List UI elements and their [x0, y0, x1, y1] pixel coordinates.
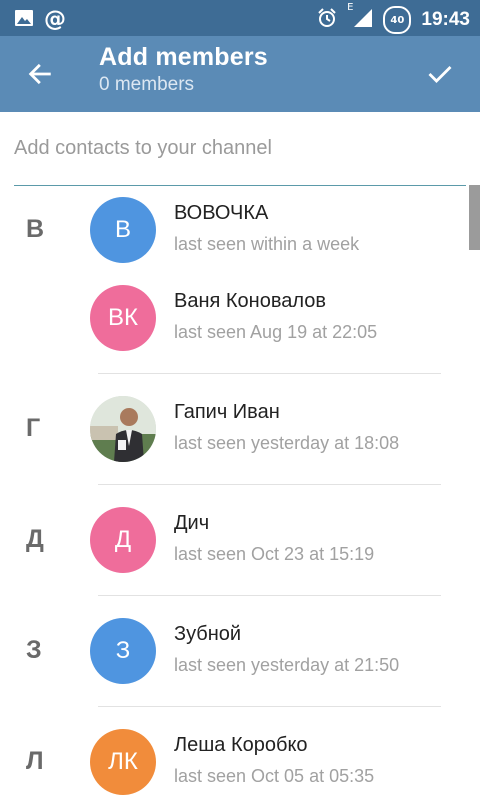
- title-block: Add members 0 members: [99, 43, 268, 96]
- at-sign-icon: @: [44, 7, 66, 32]
- members-count: 0 members: [99, 74, 195, 95]
- last-seen-status: last seen within a week: [174, 234, 360, 254]
- network-type-label: E: [347, 2, 354, 13]
- avatar: ВК: [90, 285, 156, 351]
- contact-row[interactable]: В В ВОВОЧКА last seen within a week: [0, 185, 480, 285]
- search-field-container: [14, 118, 466, 186]
- avatar-photo: [90, 396, 156, 462]
- avatar: З: [90, 618, 156, 684]
- app-bar: Add members 0 members: [0, 36, 480, 112]
- image-notification-icon: [14, 8, 34, 32]
- divider: [98, 706, 441, 707]
- scrollbar[interactable]: [469, 185, 480, 250]
- status-bar: @ E 40 19:43: [0, 0, 480, 36]
- page-title: Add members: [99, 43, 268, 71]
- section-letter: Г: [26, 414, 41, 442]
- contact-row[interactable]: Г Гапич Иван last seen yesterday at 18:0…: [0, 384, 480, 484]
- battery-level: 40: [390, 14, 405, 26]
- arrow-back-icon: [28, 63, 51, 85]
- signal-icon: [353, 8, 373, 32]
- section-letter: З: [26, 636, 42, 664]
- section-letter: Л: [26, 747, 44, 775]
- avatar: ЛК: [90, 729, 156, 795]
- last-seen-status: last seen Oct 05 at 05:35: [174, 766, 375, 786]
- section-letter: В: [26, 215, 45, 243]
- contact-row[interactable]: Л ЛК Леша Коробко last seen Oct 05 at 05…: [0, 717, 480, 800]
- battery-icon: 40: [383, 6, 412, 34]
- last-seen-status: last seen Aug 19 at 22:05: [174, 322, 378, 342]
- last-seen-status: last seen yesterday at 21:50: [174, 655, 400, 675]
- contacts-list[interactable]: В В ВОВОЧКА last seen within a week ВК В…: [0, 185, 480, 800]
- contact-name: Зубной: [174, 623, 242, 645]
- contact-name: Гапич Иван: [174, 401, 280, 423]
- divider: [98, 595, 441, 596]
- status-bar-notifications: @: [14, 8, 66, 32]
- avatar: Д: [90, 507, 156, 573]
- section-letter: Д: [26, 525, 44, 553]
- status-bar-system: E 40 19:43: [317, 2, 470, 34]
- add-contacts-input[interactable]: [14, 118, 466, 178]
- contact-row[interactable]: Д Д Дич last seen Oct 23 at 15:19: [0, 495, 480, 595]
- clock: 19:43: [421, 9, 470, 30]
- avatar: В: [90, 197, 156, 263]
- alarm-icon: [317, 8, 337, 32]
- contact-name: ВОВОЧКА: [174, 202, 269, 224]
- done-button[interactable]: [420, 54, 460, 94]
- divider: [98, 373, 441, 374]
- contact-name: Ваня Коновалов: [174, 290, 327, 312]
- contact-row[interactable]: З З Зубной last seen yesterday at 21:50: [0, 606, 480, 706]
- last-seen-status: last seen yesterday at 18:08: [174, 433, 400, 453]
- contact-name: Леша Коробко: [174, 734, 308, 756]
- divider: [98, 484, 441, 485]
- contact-name: Дич: [174, 512, 210, 534]
- contact-row[interactable]: ВК Ваня Коновалов last seen Aug 19 at 22…: [0, 273, 480, 373]
- checkmark-icon: [428, 66, 452, 83]
- last-seen-status: last seen Oct 23 at 15:19: [174, 544, 375, 564]
- back-button[interactable]: [20, 54, 60, 94]
